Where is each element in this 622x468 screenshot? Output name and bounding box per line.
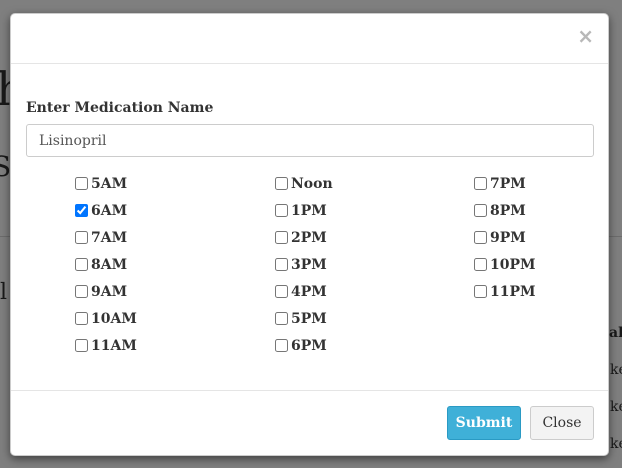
time-checkbox[interactable] bbox=[75, 177, 88, 190]
time-checkbox[interactable] bbox=[75, 339, 88, 352]
time-checkbox[interactable] bbox=[474, 204, 487, 217]
time-label: 6PM bbox=[291, 338, 327, 354]
time-option[interactable]: 7AM bbox=[75, 229, 137, 256]
time-option[interactable]: 8AM bbox=[75, 256, 137, 283]
time-checkbox[interactable] bbox=[474, 231, 487, 244]
time-option[interactable]: 1PM bbox=[275, 202, 333, 229]
time-option[interactable]: 11AM bbox=[75, 337, 137, 364]
modal-body: Enter Medication Name 5AM 6AM 7AM 8AM 9AM 10A… bbox=[11, 64, 608, 392]
submit-button[interactable]: Submit bbox=[447, 406, 521, 440]
time-checkbox[interactable] bbox=[275, 204, 288, 217]
time-checkbox[interactable] bbox=[275, 285, 288, 298]
medication-name-input[interactable] bbox=[26, 124, 594, 157]
time-option[interactable]: 6PM bbox=[275, 337, 333, 364]
time-checkbox[interactable] bbox=[474, 258, 487, 271]
time-option[interactable]: 9AM bbox=[75, 283, 137, 310]
time-label: 9AM bbox=[91, 284, 128, 300]
time-option[interactable]: 7PM bbox=[474, 175, 536, 202]
time-checkbox[interactable] bbox=[75, 285, 88, 298]
time-option[interactable]: 5PM bbox=[275, 310, 333, 337]
time-label: 7AM bbox=[91, 230, 128, 246]
time-checkbox[interactable] bbox=[474, 177, 487, 190]
time-option[interactable]: 10PM bbox=[474, 256, 536, 283]
time-checkbox[interactable] bbox=[75, 312, 88, 325]
time-label: 10AM bbox=[91, 311, 137, 327]
time-checkbox[interactable] bbox=[275, 339, 288, 352]
time-column-afternoon: Noon 1PM 2PM 3PM 4PM 5PM 6PM bbox=[275, 175, 333, 364]
time-option[interactable]: Noon bbox=[275, 175, 333, 202]
medication-modal: × Enter Medication Name 5AM 6AM 7AM 8AM 9AM 1… bbox=[10, 13, 609, 456]
time-label: 8PM bbox=[490, 203, 526, 219]
time-option[interactable]: 9PM bbox=[474, 229, 536, 256]
time-label: 10PM bbox=[490, 257, 536, 273]
time-option[interactable]: 4PM bbox=[275, 283, 333, 310]
time-checkbox[interactable] bbox=[75, 258, 88, 271]
time-option[interactable]: 8PM bbox=[474, 202, 536, 229]
time-label: 2PM bbox=[291, 230, 327, 246]
time-checkbox[interactable] bbox=[275, 231, 288, 244]
time-option[interactable]: 2PM bbox=[275, 229, 333, 256]
time-label: 1PM bbox=[291, 203, 327, 219]
time-option[interactable]: 5AM bbox=[75, 175, 137, 202]
time-option[interactable]: 6AM bbox=[75, 202, 137, 229]
time-option[interactable]: 3PM bbox=[275, 256, 333, 283]
time-column-evening: 7PM 8PM 9PM 10PM 11PM bbox=[474, 175, 536, 310]
time-label: Noon bbox=[291, 176, 333, 192]
time-label: 3PM bbox=[291, 257, 327, 273]
modal-header: × bbox=[11, 14, 608, 64]
time-checkbox[interactable] bbox=[75, 231, 88, 244]
time-label: 5AM bbox=[91, 176, 128, 192]
time-label: 4PM bbox=[291, 284, 327, 300]
time-option[interactable]: 10AM bbox=[75, 310, 137, 337]
time-option[interactable]: 11PM bbox=[474, 283, 536, 310]
time-label: 9PM bbox=[490, 230, 526, 246]
time-checkbox[interactable] bbox=[75, 204, 88, 217]
time-label: 8AM bbox=[91, 257, 128, 273]
time-label: 7PM bbox=[490, 176, 526, 192]
time-checkbox[interactable] bbox=[275, 312, 288, 325]
time-label: 11AM bbox=[91, 338, 137, 354]
close-button[interactable]: Close bbox=[530, 406, 594, 440]
time-checkbox[interactable] bbox=[275, 177, 288, 190]
time-checkbox[interactable] bbox=[275, 258, 288, 271]
time-checkbox[interactable] bbox=[474, 285, 487, 298]
close-icon[interactable]: × bbox=[577, 26, 594, 46]
time-label: 5PM bbox=[291, 311, 327, 327]
time-label: 6AM bbox=[91, 203, 128, 219]
medication-name-label: Enter Medication Name bbox=[26, 100, 214, 116]
modal-footer: Submit Close bbox=[11, 390, 608, 455]
time-label: 11PM bbox=[490, 284, 536, 300]
time-column-morning: 5AM 6AM 7AM 8AM 9AM 10AM 11AM bbox=[75, 175, 137, 364]
